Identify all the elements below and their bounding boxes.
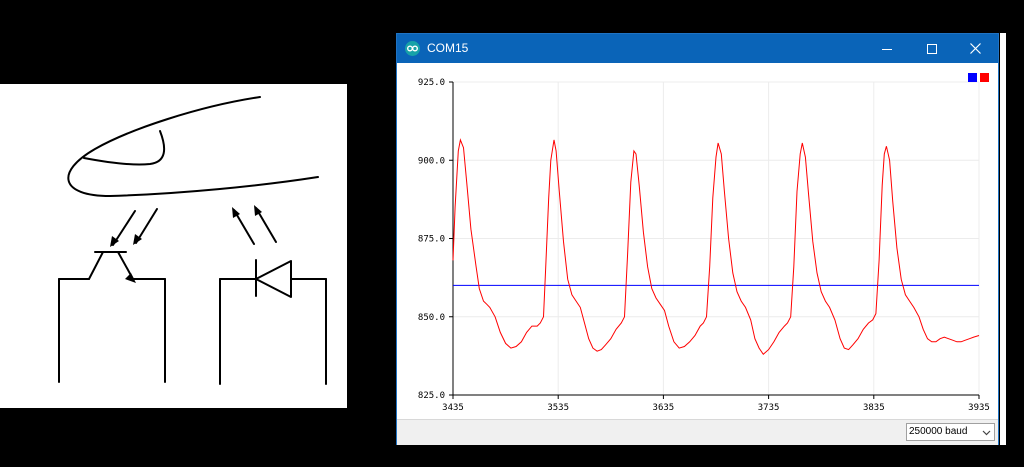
series-lines: [452, 138, 980, 356]
y-tick-label: 825.0: [418, 391, 445, 401]
series-line-2: [452, 138, 980, 356]
window-title: COM15: [427, 41, 469, 55]
chevron-down-icon: [982, 430, 991, 436]
status-bar: 250000 baud: [397, 419, 998, 445]
baud-rate-select[interactable]: 250000 baud: [906, 423, 995, 441]
minimize-icon: [882, 48, 892, 50]
y-tick-label: 900.0: [418, 156, 445, 166]
close-button[interactable]: [954, 34, 996, 63]
y-tick-label: 875.0: [418, 235, 445, 245]
close-icon: [969, 43, 981, 54]
minimize-button[interactable]: [866, 34, 908, 63]
x-tick-label: 3535: [547, 403, 569, 413]
maximize-icon: [927, 43, 937, 54]
plot-area: 3435 3535 3635 3735 3835 3935 825.0 850.0 875.0 9…: [418, 73, 990, 413]
baud-rate-value: 250000 baud: [909, 426, 968, 437]
grid: [452, 81, 980, 396]
arduino-icon: [405, 41, 420, 56]
x-tick-label: 3635: [653, 403, 675, 413]
axes: [449, 81, 980, 399]
serial-plotter-window: COM15 3435 3535 3635 3735 3835 3935 825.0 850.0…: [396, 33, 999, 445]
title-bar[interactable]: COM15: [397, 34, 998, 63]
x-tick-label: 3435: [442, 403, 464, 413]
legend-swatch-2: [980, 73, 989, 82]
x-tick-label: 3735: [758, 403, 780, 413]
x-tick-label: 3835: [863, 403, 885, 413]
finger-outline: [67, 96, 319, 197]
y-tick-label: 925.0: [418, 78, 445, 88]
y-tick-label: 850.0: [418, 313, 445, 323]
legend-swatch-1: [968, 73, 977, 82]
maximize-button[interactable]: [911, 34, 953, 63]
legend: [968, 73, 989, 82]
sensor-illustration: [0, 84, 347, 408]
x-tick-label: 3935: [968, 403, 990, 413]
background-strip: [1000, 33, 1006, 445]
tick-labels: 3435 3535 3635 3735 3835 3935 825.0 850.0 875.0 9…: [418, 78, 990, 413]
